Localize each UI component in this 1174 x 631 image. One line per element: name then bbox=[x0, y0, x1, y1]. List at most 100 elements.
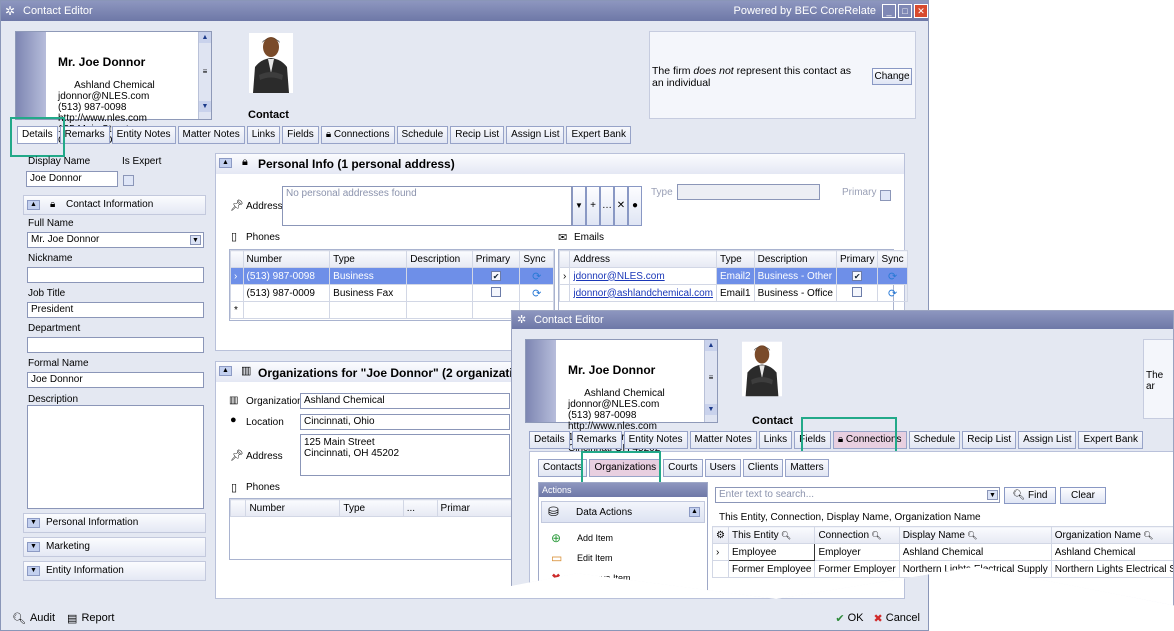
close-button[interactable]: ✕ bbox=[914, 4, 928, 18]
tab-links[interactable]: Links bbox=[246, 126, 281, 144]
data-actions-group[interactable]: ⛁ Data Actions ▲ bbox=[541, 501, 705, 523]
collapse-icon[interactable]: ▲ bbox=[219, 158, 232, 168]
column-header-type[interactable]: Type bbox=[339, 499, 404, 517]
chevron-down-icon[interactable]: ▼ bbox=[987, 490, 998, 500]
filter-icon[interactable]: 🔍︎ bbox=[965, 531, 977, 540]
group-marketing[interactable]: ▼ Marketing bbox=[23, 537, 206, 557]
tab-expert-bank[interactable]: Expert Bank bbox=[566, 126, 631, 144]
subtab-clients[interactable]: Clients bbox=[742, 459, 784, 477]
expand-icon[interactable]: ▼ bbox=[27, 542, 40, 552]
organization-input[interactable]: Ashland Chemical bbox=[300, 393, 510, 409]
contact-information-group[interactable]: ▲ 🔒︎ Contact Information bbox=[23, 195, 206, 215]
column-header-type[interactable]: Type bbox=[329, 250, 408, 268]
tab-recip-list[interactable]: Recip List bbox=[450, 126, 505, 144]
chevron-down-icon[interactable]: ▼ bbox=[572, 186, 586, 226]
personal-address-box[interactable]: No personal addresses found bbox=[282, 186, 572, 226]
action-item-add-item[interactable]: Add Item bbox=[577, 533, 613, 543]
primary-checkbox[interactable] bbox=[852, 286, 863, 297]
find-button[interactable]: 🔍︎ Find bbox=[1004, 487, 1056, 504]
maximize-button[interactable]: □ bbox=[898, 4, 912, 18]
column-header-sync[interactable]: Sync bbox=[519, 250, 554, 268]
column-header-primary[interactable]: Primary bbox=[471, 250, 521, 268]
email-link[interactable]: jdonnor@ashlandchemical.com bbox=[573, 288, 713, 299]
tab-assign-list[interactable]: Assign List bbox=[506, 126, 565, 144]
sync-icon[interactable]: ⟳ bbox=[532, 271, 541, 283]
primary-checkbox[interactable] bbox=[880, 190, 891, 201]
formal-name-input[interactable]: Joe Donnor bbox=[27, 372, 204, 388]
group-personal-information[interactable]: ▼ Personal Information bbox=[23, 513, 206, 533]
org-address-box[interactable]: 125 Main Street Cincinnati, OH 45202 bbox=[300, 434, 510, 476]
subtab-matters[interactable]: Matters bbox=[785, 459, 829, 477]
map-pin-icon[interactable]: ● bbox=[628, 186, 642, 226]
chevron-down-icon[interactable]: ▼ bbox=[190, 235, 201, 245]
new-row[interactable]: * bbox=[230, 301, 554, 319]
subtab-users[interactable]: Users bbox=[704, 459, 741, 477]
audit-icon[interactable]: 🔍︎ bbox=[12, 612, 26, 625]
filter-icon[interactable]: 🔍︎ bbox=[779, 531, 791, 540]
more-icon[interactable]: … bbox=[600, 186, 614, 226]
search-input[interactable]: Enter text to search... bbox=[715, 487, 1000, 503]
column-header-address[interactable]: Address bbox=[569, 250, 718, 268]
full-name-select[interactable]: Mr. Joe Donnor bbox=[27, 232, 204, 248]
nickname-input[interactable] bbox=[27, 267, 204, 283]
ok-button[interactable]: OK bbox=[848, 612, 864, 624]
column-header-[interactable]: ... bbox=[402, 499, 438, 517]
sync-icon[interactable]: ⟳ bbox=[532, 288, 541, 300]
group-entity-information[interactable]: ▼ Entity Information bbox=[23, 561, 206, 581]
filter-icon[interactable]: 🔍︎ bbox=[1141, 531, 1153, 540]
overlay-tab-remarks[interactable]: Remarks bbox=[571, 431, 622, 449]
overlay-tab-matter-notes[interactable]: Matter Notes bbox=[689, 431, 757, 449]
scroll-up-icon[interactable]: ▲ bbox=[199, 32, 211, 43]
sync-icon[interactable]: ⟳ bbox=[888, 271, 897, 283]
collapse-icon[interactable]: ▲ bbox=[689, 507, 700, 517]
scroll-up-icon[interactable]: ▲ bbox=[705, 340, 717, 351]
overlay-tab-assign-list[interactable]: Assign List bbox=[1018, 431, 1077, 449]
description-textarea[interactable] bbox=[27, 405, 204, 509]
column-header-type[interactable]: Type bbox=[716, 250, 755, 268]
add-icon[interactable]: + bbox=[586, 186, 600, 226]
add-icon[interactable]: ⊕ bbox=[551, 531, 561, 545]
overlay-tab-details[interactable]: Details bbox=[529, 431, 570, 449]
overlay-tab-schedule[interactable]: Schedule bbox=[908, 431, 961, 449]
table-row[interactable]: Former Employee Former Employer Northern L… bbox=[712, 560, 1173, 578]
report-button[interactable]: Report bbox=[81, 612, 114, 624]
tab-schedule[interactable]: Schedule bbox=[396, 126, 449, 144]
change-button[interactable]: Change bbox=[872, 68, 912, 85]
column-header-primar[interactable]: Primar bbox=[436, 499, 519, 517]
tab-entity-notes[interactable]: Entity Notes bbox=[111, 126, 176, 144]
clear-button[interactable]: Clear bbox=[1060, 487, 1106, 504]
scroll-down-icon[interactable]: ▼ bbox=[199, 101, 211, 112]
primary-checkbox[interactable]: ✔ bbox=[852, 270, 863, 281]
report-icon[interactable]: ▤ bbox=[67, 612, 77, 625]
primary-checkbox[interactable]: ✔ bbox=[491, 270, 502, 281]
overlay-tab-links[interactable]: Links bbox=[758, 431, 793, 449]
column-header-description[interactable]: Description bbox=[406, 250, 473, 268]
table-row[interactable]: (513) 987-0009 Business Fax ⟳ bbox=[230, 284, 554, 302]
table-row[interactable]: jdonnor@ashlandchemical.com Email1 Busines… bbox=[558, 284, 908, 302]
column-header-number[interactable]: Number bbox=[242, 250, 331, 268]
is-expert-checkbox[interactable] bbox=[123, 175, 134, 186]
column-header-organization-name[interactable]: Organization Name 🔍︎ bbox=[1050, 526, 1173, 544]
table-row[interactable]: › Employee Employer Ashland Chemical Ashland… bbox=[712, 543, 1173, 561]
tab-matter-notes[interactable]: Matter Notes bbox=[177, 126, 245, 144]
action-item-edit-item[interactable]: Edit Item bbox=[577, 553, 613, 563]
email-link[interactable]: jdonnor@NLES.com bbox=[573, 271, 664, 282]
job-title-input[interactable]: President bbox=[27, 302, 204, 318]
minimize-button[interactable]: _ bbox=[882, 4, 896, 18]
settings-icon[interactable]: ⚙ bbox=[712, 526, 729, 544]
table-row[interactable]: › (513) 987-0098 Business ✔ ⟳ bbox=[230, 267, 554, 285]
overlay-tab-expert-bank[interactable]: Expert Bank bbox=[1078, 431, 1143, 449]
display-name-input[interactable]: Joe Donnor bbox=[26, 171, 118, 187]
cancel-button[interactable]: Cancel bbox=[886, 612, 920, 624]
tab-remarks[interactable]: Remarks bbox=[59, 126, 110, 144]
tab-connections[interactable]: 🔒︎ Connections bbox=[320, 126, 395, 144]
column-header-number[interactable]: Number bbox=[245, 499, 341, 517]
filter-icon[interactable]: 🔍︎ bbox=[869, 531, 881, 540]
type-select[interactable] bbox=[677, 184, 820, 200]
cancel-icon[interactable]: ✖ bbox=[874, 612, 883, 625]
column-header-description[interactable]: Description bbox=[753, 250, 838, 268]
primary-checkbox[interactable] bbox=[491, 286, 502, 297]
overlay-vcard-scrollbar[interactable]: ▲ ≡ ▼ bbox=[704, 340, 717, 422]
column-header-display-name[interactable]: Display Name 🔍︎ bbox=[898, 526, 1052, 544]
column-header-sync[interactable]: Sync bbox=[877, 250, 908, 268]
